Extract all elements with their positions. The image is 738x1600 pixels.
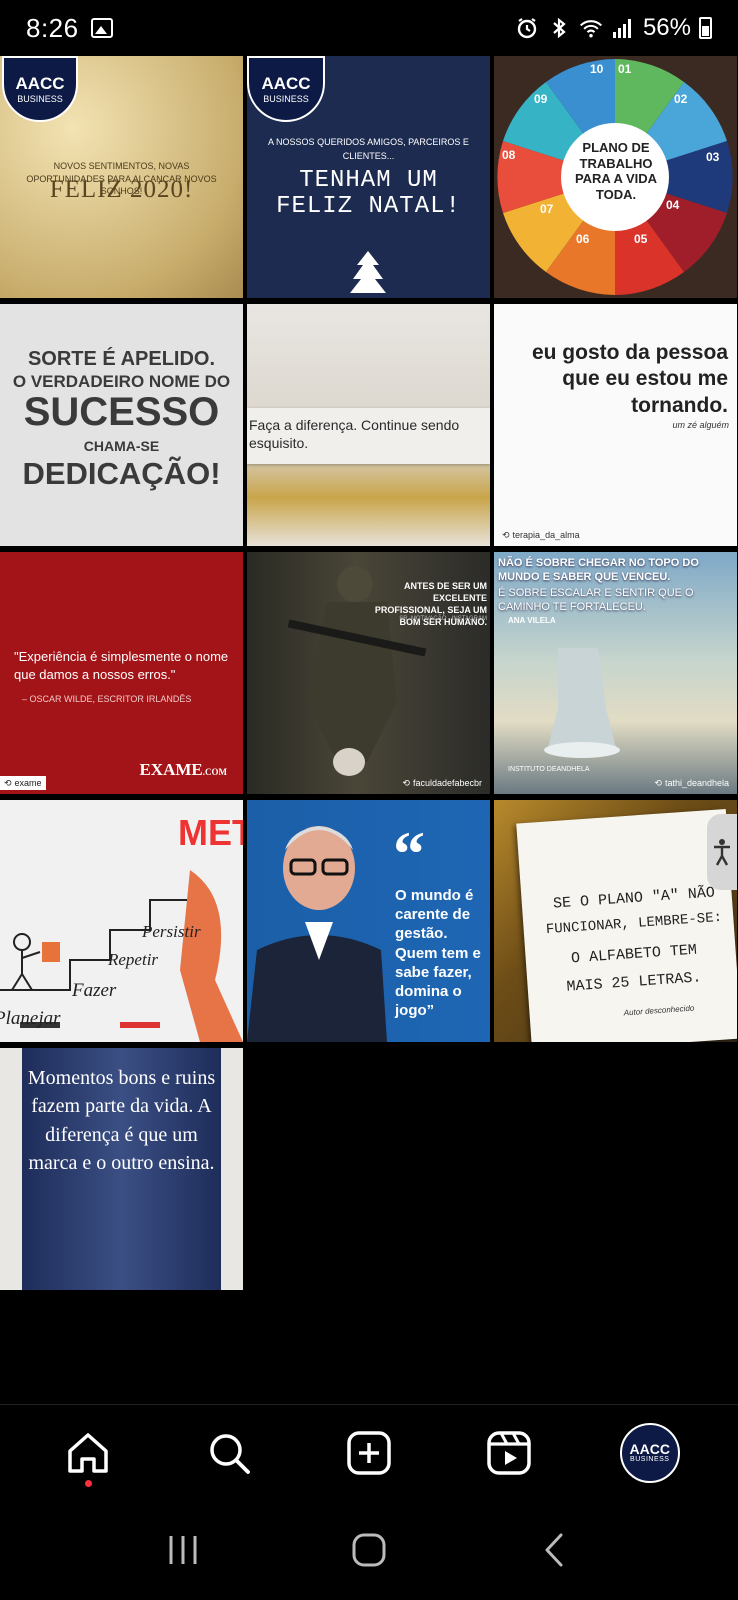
repost-label: ⟲ terapia_da_alma bbox=[502, 529, 580, 541]
repost-icon: ⟲ bbox=[654, 777, 662, 788]
wifi-icon bbox=[579, 16, 603, 40]
post-tile-sorte-apelido[interactable]: SORTE É APELIDO. O VERDADEIRO NOME DO SU… bbox=[0, 304, 243, 546]
accessibility-icon bbox=[714, 839, 730, 866]
nav-create-button[interactable] bbox=[339, 1423, 399, 1483]
home-square-icon bbox=[352, 1533, 386, 1567]
status-icons: 56% bbox=[515, 14, 712, 42]
status-bar: 8:26 56% bbox=[0, 0, 738, 56]
nav-search-button[interactable] bbox=[199, 1423, 259, 1483]
avatar: AACC BUSINESS bbox=[619, 1422, 680, 1483]
battery-icon bbox=[699, 17, 712, 39]
bottom-navigation: AACC BUSINESS bbox=[0, 1404, 738, 1500]
post-tile-faca-diferenca[interactable]: Faça a diferença. Continue sendo esquisi… bbox=[247, 304, 490, 546]
plus-square-icon bbox=[347, 1430, 391, 1475]
home-icon bbox=[68, 1432, 108, 1473]
back-button[interactable] bbox=[525, 1520, 585, 1580]
post-tile-soldado[interactable]: ANTES DE SER UM EXCELENTE PROFISSIONAL, … bbox=[247, 552, 490, 794]
image-notification-icon bbox=[90, 18, 113, 38]
accessibility-button[interactable] bbox=[707, 814, 737, 890]
aacc-logo: AACC BUSINESS bbox=[247, 56, 325, 122]
repost-icon: ⟲ bbox=[4, 777, 12, 788]
recents-icon bbox=[169, 1536, 197, 1564]
repost-label: ⟲ faculdadefabecbr bbox=[402, 777, 482, 789]
post-tile-plano-trabalho[interactable]: PLANO DE TRABALHO PARA A VIDA TODA. 01 0… bbox=[494, 56, 737, 298]
bluetooth-icon bbox=[547, 16, 571, 40]
sneaker-silhouette bbox=[544, 648, 620, 758]
system-home-button[interactable] bbox=[339, 1520, 399, 1580]
post-tile-ana-vilela[interactable]: NÃO É SOBRE CHEGAR NO TOPO DO MUNDO E SA… bbox=[494, 552, 737, 794]
repost-label: ⟲ tathi_deandhela bbox=[654, 777, 729, 789]
post-tile-momentos[interactable]: Momentos bons e ruins fazem parte da vid… bbox=[0, 1048, 243, 1290]
notification-dot bbox=[85, 1479, 93, 1487]
post-tile-plano-a[interactable]: SE O PLANO "A" NÃO FUNCIONAR, LEMBRE-SE:… bbox=[494, 800, 737, 1042]
man-portrait bbox=[247, 826, 387, 1042]
repost-label: ⟲ exame bbox=[0, 776, 46, 790]
system-navigation bbox=[0, 1500, 738, 1600]
post-tile-exame[interactable]: "Experiência é simplesmente o nome que d… bbox=[0, 552, 243, 794]
search-icon bbox=[209, 1433, 250, 1474]
nav-reels-button[interactable] bbox=[479, 1423, 539, 1483]
battery-percent: 56% bbox=[642, 14, 691, 41]
post-tile-feliz-natal[interactable]: AACC BUSINESS A NOSSOS QUERIDOS AMIGOS, … bbox=[247, 56, 490, 298]
nav-home-button[interactable] bbox=[58, 1423, 118, 1487]
post-tile-planejar[interactable]: MET Planejar Fazer Repetir Persistir bbox=[0, 800, 243, 1042]
reels-icon bbox=[487, 1430, 532, 1475]
back-chevron-icon bbox=[545, 1533, 563, 1567]
repost-icon: ⟲ bbox=[502, 529, 510, 540]
recents-button[interactable] bbox=[153, 1520, 213, 1580]
alarm-icon bbox=[515, 16, 539, 40]
post-tile-feliz-2020[interactable]: AACC BUSINESS NOVOS SENTIMENTOS, NOVAS O… bbox=[0, 56, 243, 298]
nav-profile-button[interactable]: AACC BUSINESS bbox=[619, 1422, 680, 1483]
status-time: 8:26 bbox=[26, 12, 79, 43]
post-tile-mundo-gestao[interactable]: “ O mundo é carente de gestão. Quem tem … bbox=[247, 800, 490, 1042]
repost-icon: ⟲ bbox=[402, 777, 410, 788]
aacc-logo: AACC BUSINESS bbox=[2, 56, 78, 122]
signal-icon bbox=[611, 16, 635, 40]
post-tile-gosto-pessoa[interactable]: eu gosto da pessoa que eu estou me torna… bbox=[494, 304, 737, 546]
christmas-tree-icon bbox=[350, 251, 386, 293]
